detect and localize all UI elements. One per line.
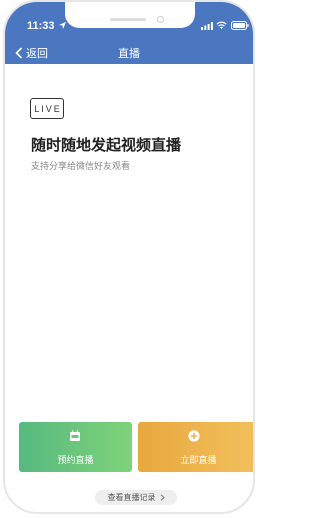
status-bar: 11:33 [5,2,253,42]
phone-frame: 11:33 返回 直播 LIVE 随时随地发起视频直播 支持分享给微信好友观看 … [3,0,255,514]
wifi-icon [216,21,227,30]
location-arrow-icon [58,21,67,30]
device-notch [65,2,195,28]
view-history-label: 查看直播记录 [107,493,156,502]
schedule-live-label: 预约直播 [57,455,94,465]
nav-bar: 返回 直播 [5,42,253,64]
start-live-button[interactable]: 立即直播 [138,422,253,472]
calendar-live-icon [70,430,80,441]
view-history-button[interactable]: 查看直播记录 [95,490,177,505]
plus-circle-icon [188,430,200,442]
signal-icon [201,22,213,30]
live-badge: LIVE [30,98,64,119]
subheadline: 支持分享给微信好友观看 [31,161,131,171]
status-time: 11:33 [27,20,55,32]
chevron-right-icon [160,494,165,501]
headline: 随时随地发起视频直播 [31,137,182,154]
action-buttons: 预约直播 立即直播 [19,422,253,472]
battery-icon [231,21,249,30]
start-live-label: 立即直播 [180,455,217,465]
schedule-live-button[interactable]: 预约直播 [19,422,132,472]
header: 11:33 返回 直播 [5,2,253,64]
speaker-grille [110,18,146,21]
page-title: 直播 [118,48,140,60]
front-camera [157,16,164,23]
